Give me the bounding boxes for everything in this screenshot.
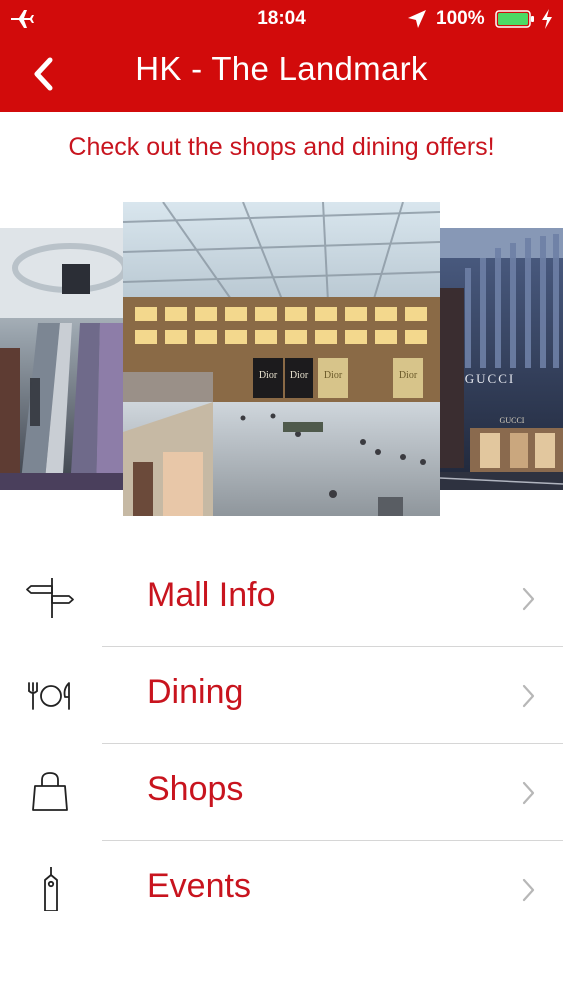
nav-bar: HK - The Landmark [0, 38, 563, 112]
atrium-photo[interactable]: Dior Dior Dior Dior [123, 202, 440, 516]
shopping-bag-icon [32, 772, 68, 811]
chevron-right-icon [522, 781, 535, 805]
menu-item-mall-info[interactable]: Mall Info [0, 550, 563, 647]
tag-icon [44, 867, 58, 911]
menu-item-dining[interactable]: Dining [0, 647, 563, 744]
top-bar: 18:04 100% HK - The Landmark [0, 0, 563, 112]
signpost-icon [26, 578, 74, 618]
dior-sign: Dior [290, 370, 309, 381]
chevron-right-icon [522, 684, 535, 708]
battery-icon [495, 10, 534, 28]
gucci-sign: GUCCI [465, 371, 515, 386]
dior-sign: Dior [259, 370, 278, 381]
main-menu: Mall Info Dining Shops Events [0, 550, 563, 938]
menu-item-label: Mall Info [147, 576, 276, 614]
menu-item-label: Events [147, 867, 251, 905]
chevron-right-icon [522, 587, 535, 611]
dior-sign: Dior [324, 370, 343, 381]
status-bar: 18:04 100% [0, 0, 563, 38]
menu-item-shops[interactable]: Shops [0, 744, 563, 841]
menu-item-events[interactable]: Events [0, 841, 563, 938]
promo-tagline: Check out the shops and dining offers! [68, 133, 495, 161]
page-title: HK - The Landmark [135, 50, 428, 87]
location-arrow-icon [408, 10, 426, 28]
menu-item-label: Shops [147, 770, 244, 808]
image-carousel[interactable]: Dior Dior Dior Dior GUCCI GUCCI [0, 200, 563, 518]
charging-bolt-icon [542, 9, 552, 29]
battery-percent: 100% [436, 8, 485, 29]
escalator-photo[interactable] [0, 228, 124, 490]
menu-item-label: Dining [147, 673, 244, 711]
dior-sign: Dior [399, 370, 418, 381]
storefront-photo[interactable]: GUCCI GUCCI [440, 228, 563, 490]
gucci-sign: GUCCI [500, 416, 525, 425]
chevron-right-icon [522, 878, 535, 902]
cutlery-icon [28, 682, 70, 710]
